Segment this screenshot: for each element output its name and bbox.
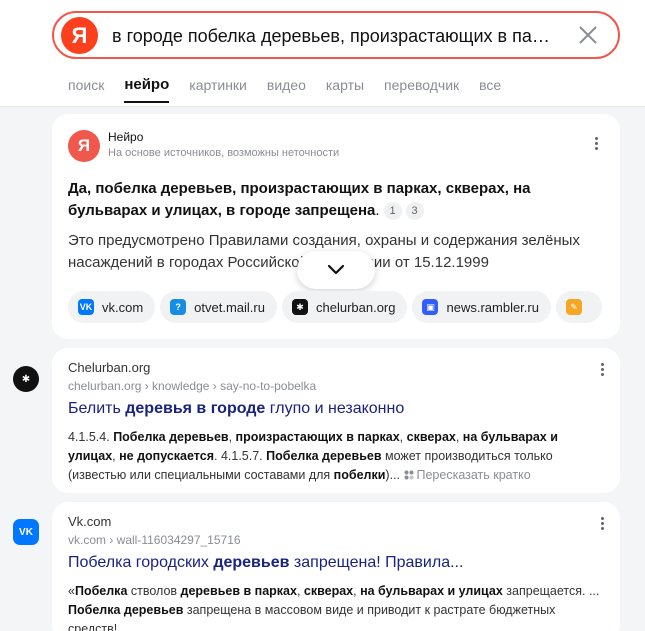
source-chip[interactable]: ▣ news.rambler.ru	[412, 291, 551, 323]
source-chip-label: otvet.mail.ru	[194, 299, 265, 315]
yandex-logo[interactable]: Я	[61, 17, 98, 54]
search-tabs: поиск нейро картинки видео карты переводчик вс…	[68, 76, 521, 103]
source-chips: VK vk.com? otvet.mail.ru ✱ chelurban.org ▣ new…	[68, 291, 620, 323]
tab-6[interactable]: все	[479, 76, 501, 96]
result-path[interactable]: chelurban.org › knowledge › say-no-to-po…	[68, 379, 316, 393]
text-fragment: Побелка	[74, 584, 128, 598]
result-snippet: «Побелка стволов деревьев в парках, скве…	[68, 582, 604, 631]
source-chip[interactable]: ✎	[555, 291, 602, 323]
text-fragment: ,	[399, 430, 407, 444]
search-box[interactable]: Я в городе побелка деревьев, произрастаю…	[52, 11, 620, 59]
text-fragment: Побелка деревьев	[68, 603, 184, 617]
source-chip-label: vk.com	[102, 299, 144, 315]
tab-4[interactable]: карты	[326, 76, 364, 96]
neuro-logo-icon: Я	[68, 130, 100, 162]
result-snippet: 4.1.5.4. Побелка деревьев, произрастающи…	[68, 428, 604, 485]
retell-button[interactable]: Пересказать кратко	[404, 468, 531, 482]
partial-source-icon: ✎	[565, 299, 582, 315]
expand-button[interactable]	[297, 251, 375, 289]
text-fragment: запрещается. ...	[502, 584, 600, 598]
result-title-link[interactable]: Белить деревья в городе глупо и незаконн…	[68, 400, 588, 418]
text-fragment: ,	[296, 584, 304, 598]
text-fragment: Побелка деревьев	[266, 449, 382, 463]
answer-text: Да, побелка деревьев, произрастающих в п…	[68, 180, 531, 219]
search-result: Chelurban.org chelurban.org › knowledge …	[52, 348, 620, 493]
text-fragment: на бульварах и улицах	[360, 584, 503, 598]
neuro-subtitle: На основе источников, возможны неточност…	[108, 147, 340, 159]
vk-favicon-icon: VK	[13, 519, 39, 545]
chelurban-icon: ✱	[291, 299, 308, 315]
close-icon[interactable]	[576, 23, 600, 47]
text-fragment: . 4.1.5.7.	[214, 449, 267, 463]
top-bar: Я в городе побелка деревьев, произрастаю…	[0, 0, 645, 107]
retell-label: Пересказать кратко	[416, 468, 531, 482]
text-fragment: Белить	[68, 400, 126, 417]
result-site-name[interactable]: Vk.com	[68, 514, 111, 529]
text-fragment: скверах	[406, 430, 456, 444]
tab-5[interactable]: переводчик	[384, 76, 459, 96]
text-fragment: стволов	[127, 584, 181, 598]
text-fragment: деревья в городе	[125, 400, 266, 417]
tab-0[interactable]: поиск	[68, 76, 104, 96]
text-fragment: глупо и незаконно	[265, 400, 405, 417]
more-options-icon[interactable]	[592, 515, 612, 535]
source-chip-label: news.rambler.ru	[446, 299, 539, 315]
text-fragment: «	[68, 584, 75, 598]
text-fragment: ,	[455, 430, 463, 444]
text-fragment: )...	[385, 468, 401, 482]
result-path[interactable]: vk.com › wall-116034297_15716	[68, 533, 241, 547]
search-input[interactable]: в городе побелка деревьев, произрастающи…	[112, 24, 558, 48]
source-chip[interactable]: ✱ chelurban.org	[281, 291, 408, 323]
text-fragment: запрещена! Правила...	[289, 554, 464, 571]
vk-icon: VK	[78, 299, 94, 315]
source-chip-label: chelurban.org	[315, 299, 396, 315]
search-result: Vk.com vk.com › wall-116034297_15716 Поб…	[52, 502, 620, 631]
reference-badge-2[interactable]: 3	[405, 202, 424, 220]
result-site-name[interactable]: Chelurban.org	[68, 360, 150, 375]
tab-3[interactable]: видео	[267, 76, 306, 96]
text-fragment: скверах	[303, 584, 354, 598]
text-fragment: Побелка деревьев	[113, 430, 229, 444]
text-fragment: не допускается	[119, 449, 214, 463]
tab-1[interactable]: нейро	[124, 76, 169, 103]
neuro-answer: Да, побелка деревьев, произрастающих в п…	[68, 178, 538, 222]
rambler-icon: ▣	[422, 299, 439, 315]
text-fragment: побелки	[333, 468, 386, 482]
retell-icon	[404, 470, 413, 480]
reference-badge-1[interactable]: 1	[383, 202, 402, 220]
source-chip[interactable]: ? otvet.mail.ru	[160, 291, 277, 323]
result-title-link[interactable]: Побелка городских деревьев запрещена! Пр…	[68, 554, 588, 572]
chelurban-favicon-icon: ✱	[13, 366, 39, 392]
neuro-answer-card: Я Нейро На основе источников, возможны н…	[52, 114, 620, 339]
text-fragment: ,	[228, 430, 236, 444]
chevron-down-icon	[327, 264, 345, 275]
source-chip[interactable]: VK vk.com	[68, 291, 156, 323]
text-fragment: Побелка городских	[68, 554, 214, 571]
text-fragment: деревьев	[213, 554, 290, 571]
neuro-name: Нейро	[108, 130, 144, 144]
more-options-icon[interactable]	[586, 135, 606, 155]
answer-tail: .	[375, 202, 380, 219]
text-fragment: 4.1.5.4.	[68, 430, 114, 444]
otvet-icon: ?	[170, 299, 187, 315]
more-options-icon[interactable]	[592, 361, 612, 381]
text-fragment: деревьев в парках	[180, 584, 297, 598]
tab-2[interactable]: картинки	[189, 76, 247, 96]
text-fragment: произрастающих в парках	[235, 430, 400, 444]
